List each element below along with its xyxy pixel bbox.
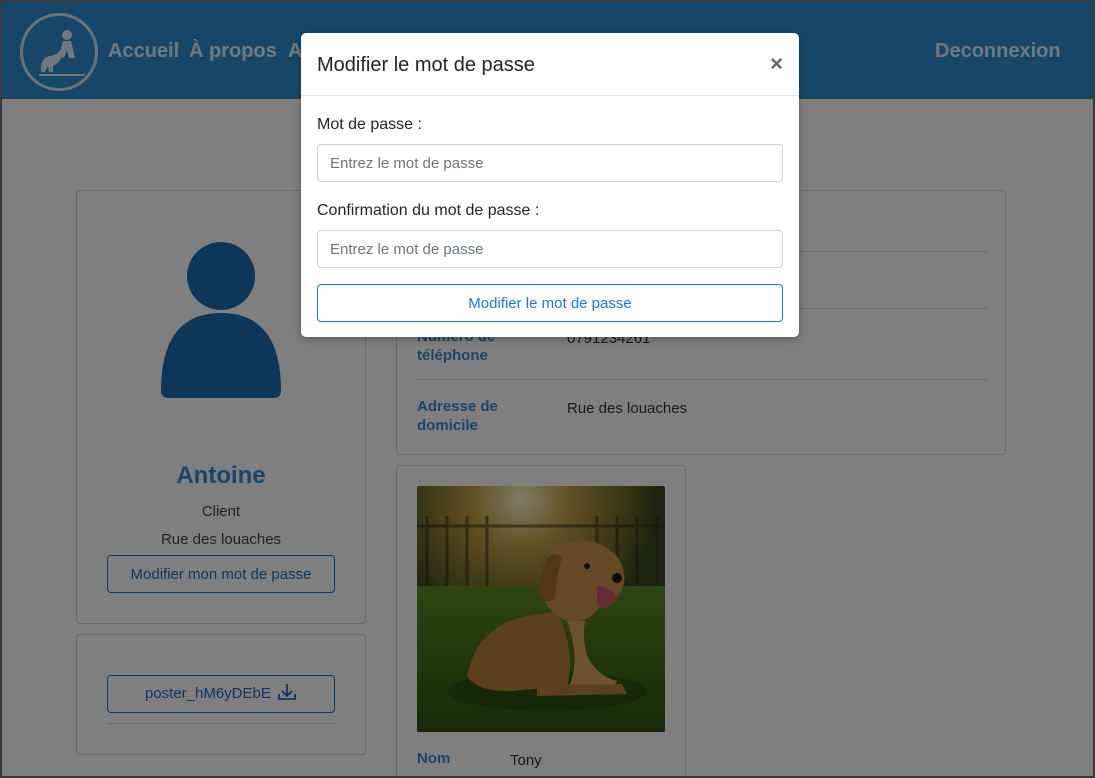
submit-password-button[interactable]: Modifier le mot de passe bbox=[317, 284, 783, 322]
password-label: Mot de passe : bbox=[317, 116, 422, 133]
page: Accueil À propos A Deconnexion Antoine C… bbox=[0, 0, 1095, 778]
password-input[interactable] bbox=[317, 144, 783, 182]
confirm-password-label: Confirmation du mot de passe : bbox=[317, 202, 540, 219]
modal-title: Modifier le mot de passe bbox=[317, 54, 535, 76]
change-password-modal: Modifier le mot de passe × Mot de passe … bbox=[301, 33, 799, 337]
close-icon[interactable]: × bbox=[770, 51, 783, 77]
modal-header: Modifier le mot de passe × bbox=[301, 33, 799, 96]
confirm-password-input[interactable] bbox=[317, 230, 783, 268]
